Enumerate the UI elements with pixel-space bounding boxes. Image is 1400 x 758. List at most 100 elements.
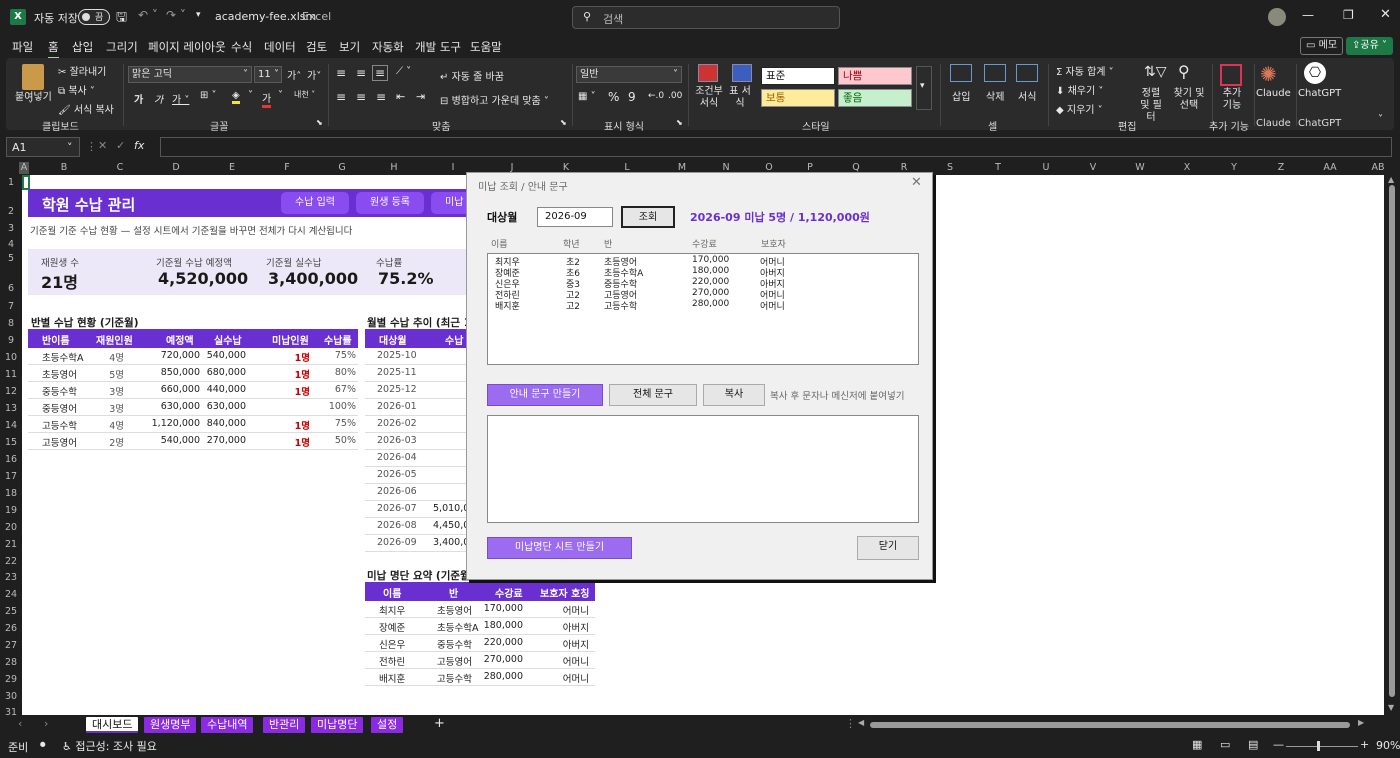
formula-input[interactable] [160,137,1392,157]
col-header[interactable]: Z [1271,162,1291,173]
row-header[interactable]: 11 [0,369,22,380]
sort-filter-button[interactable]: 정렬 및 필터 [1136,88,1166,124]
col-header[interactable]: W [1130,162,1150,173]
menu-automate[interactable]: 자동화 [372,39,404,55]
insert-function-icon[interactable]: fx [134,139,144,152]
align-middle-icon[interactable]: ≡ [356,66,366,80]
percent-icon[interactable]: % [608,90,619,104]
format-table-button[interactable]: 표 서식 [728,86,752,110]
row-header[interactable]: 27 [0,640,22,651]
row-header[interactable]: 4 [0,239,22,250]
menu-developer[interactable]: 개발 도구 [415,39,461,55]
row-header[interactable]: 19 [0,505,22,516]
row-header[interactable]: 29 [0,674,22,685]
copy-button[interactable]: ⧉ 복사 ˅ [58,82,95,97]
menu-formulas[interactable]: 수식 [231,39,252,55]
increase-decimal-icon[interactable]: ←.0 [648,91,664,101]
redo-icon[interactable]: ↷ ˅ [166,8,186,22]
row-header[interactable]: 1 [0,177,22,188]
format-painter-button[interactable]: 🖌 서식 복사 [58,101,114,116]
col-header[interactable]: A [19,162,29,173]
search-button[interactable]: 조회 [621,206,675,228]
tab-split-icon[interactable]: ⋮ [845,717,856,730]
row-header[interactable]: 25 [0,606,22,617]
list-item[interactable]: 장예준 초6 초등수학A 180,000 아버지 [488,266,918,279]
horizontal-scrollbar[interactable]: ◀ ▶ [858,718,1368,730]
normal-view-icon[interactable]: ▦ [1192,738,1202,751]
menu-draw[interactable]: 그리기 [106,39,138,55]
phonetic-icon[interactable]: 내천 ˅ [294,89,315,100]
make-unpaid-sheet-button[interactable]: 미납명단 시트 만들기 [487,537,632,559]
tab-dashboard[interactable]: 대시보드 [86,717,139,733]
row-header[interactable]: 5 [0,253,22,264]
delete-cells-button[interactable]: 삭제 [986,88,1004,103]
style-good[interactable]: 좋음 [838,89,912,107]
style-bad[interactable]: 나쁨 [838,67,912,85]
menu-home[interactable]: 홈 [48,39,59,59]
zoom-slider-thumb[interactable] [1317,741,1320,751]
paste-icon[interactable] [22,64,44,90]
restore-icon[interactable]: ❐ [1343,8,1354,22]
row-header[interactable]: 21 [0,539,22,550]
autosum-button[interactable]: Σ 자동 합계 ˅ [1056,63,1114,78]
font-color-icon[interactable]: 가 [262,90,272,108]
row-header[interactable]: 15 [0,437,22,448]
close-icon[interactable]: ✕ [1380,7,1391,22]
col-header[interactable]: E [222,162,242,173]
col-header[interactable]: B [54,162,74,173]
merge-center-button[interactable]: ⊟ 병합하고 가운데 맞춤 ˅ [440,92,549,107]
col-header[interactable]: U [1036,162,1056,173]
format-cells-icon[interactable] [1016,64,1038,82]
menu-review[interactable]: 검토 [306,39,327,55]
addins-icon[interactable] [1220,64,1242,86]
autosave-toggle[interactable]: 끔 [78,9,110,25]
row-header[interactable]: 9 [0,335,22,346]
row-header[interactable]: 30 [0,691,22,702]
row-header[interactable]: 18 [0,488,22,499]
all-messages-button[interactable]: 전체 문구 [609,384,697,406]
enter-icon[interactable]: ✓ [116,139,125,152]
list-item[interactable]: 신은우 중3 중등수학 220,000 아버지 [488,277,918,290]
row-header[interactable]: 10 [0,352,22,363]
save-icon[interactable]: 🖫 [116,8,127,30]
dialog-close-icon[interactable]: ✕ [911,175,922,190]
row-header[interactable]: 2 [0,206,22,217]
row-header[interactable]: 22 [0,556,22,567]
conditional-format-icon[interactable] [698,64,718,82]
zoom-level[interactable]: 90% [1376,739,1400,752]
shrink-font-icon[interactable]: 가˅ [307,67,321,82]
tab-unpaid[interactable]: 미납명단 [311,717,364,733]
vertical-scroll-thumb[interactable] [1389,185,1395,697]
clear-button[interactable]: ◆ 지우기 ˅ [1056,101,1103,116]
tab-classes[interactable]: 반관리 [263,717,306,733]
payment-entry-button[interactable]: 수납 입력 [281,192,349,214]
row-header[interactable]: 26 [0,623,22,634]
italic-icon[interactable]: 가 [154,91,163,106]
border-icon[interactable]: ⊞ ˅ [200,90,217,101]
row-header[interactable]: 7 [0,301,22,312]
font-size-select[interactable]: 11 ˅ [254,66,282,83]
row-header[interactable]: 23 [0,572,22,583]
share-button[interactable]: ⇪공유 ˅ [1346,37,1393,55]
claude-button[interactable]: Claude [1256,88,1291,99]
page-layout-view-icon[interactable]: ▭ [1220,738,1230,751]
unpaid-listbox[interactable]: 최지우 초2 초등영어 170,000 어머니 장예준 초6 초등수학A 180,000 아버지 신… [487,253,919,365]
chatgpt-button[interactable]: ChatGPT [1298,88,1341,99]
menu-help[interactable]: 도움말 [470,39,502,55]
minimize-icon[interactable]: — [1302,8,1314,22]
orientation-icon[interactable]: ⟋ ˅ [396,66,411,77]
font-name-select[interactable]: 맑은 고딕 ˅ [128,66,252,83]
page-break-view-icon[interactable]: ▤ [1248,738,1258,751]
fill-button[interactable]: ⬇ 채우기 ˅ [1056,82,1103,97]
col-header[interactable]: AA [1318,162,1342,173]
macro-record-icon[interactable]: ⏺ [40,738,46,752]
accounting-icon[interactable]: ▦ ˅ [578,91,596,102]
fill-color-icon[interactable]: ◈ [232,90,240,104]
unpaid-button[interactable]: 미납 [431,192,471,214]
grow-font-icon[interactable]: 가˄ [287,67,301,82]
tab-settings[interactable]: 설정 [371,717,404,733]
col-header[interactable]: T [988,162,1008,173]
collapse-ribbon-icon[interactable]: ˅ [1378,114,1383,125]
message-textarea[interactable] [487,415,919,523]
name-box[interactable]: A1 ˅ [6,137,80,157]
